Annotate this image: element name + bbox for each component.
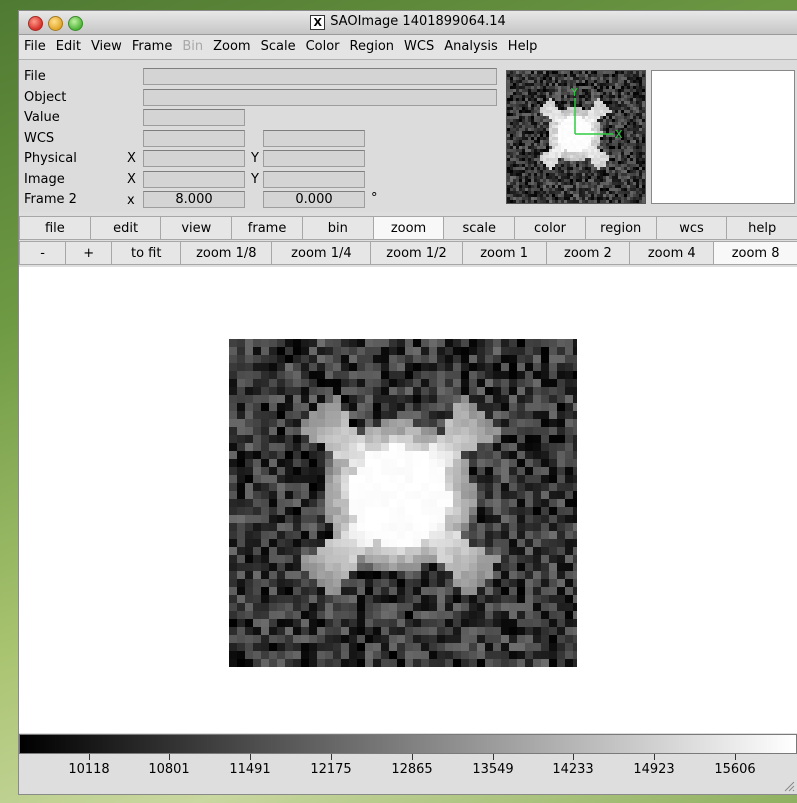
menu-color[interactable]: Color — [301, 35, 345, 59]
physical-x-field — [143, 150, 245, 167]
button-view[interactable]: view — [160, 216, 233, 240]
image-y-label: Y — [251, 172, 259, 187]
colorbar-tick-label: 15606 — [714, 762, 756, 777]
magnifier-view — [651, 70, 795, 204]
zoom-1-8-button[interactable]: zoom 1/8 — [180, 241, 273, 265]
panner-view[interactable]: XY — [506, 70, 646, 204]
wcs-field-2 — [263, 130, 365, 147]
image-y-field — [263, 171, 365, 188]
colorbar[interactable] — [19, 734, 797, 754]
panner-image: XY — [507, 71, 645, 203]
menu-frame[interactable]: Frame — [127, 35, 178, 59]
info-panel: File Object Value WCS Physical Image Fra… — [19, 60, 797, 212]
colorbar-axis: 10118 10801 11491 12175 12865 13549 14233 14923… — [19, 754, 797, 794]
physical-x-label: X — [127, 151, 136, 166]
ds9-window: X SAOImage 1401899064.14 File Edit View Fram… — [18, 10, 797, 795]
image-x-label: X — [127, 172, 136, 187]
physical-y-label: Y — [251, 151, 259, 166]
button-zoom[interactable]: zoom — [372, 216, 445, 240]
zoom-2-button[interactable]: zoom 2 — [545, 241, 631, 265]
object-label: Object — [24, 90, 67, 105]
menu-wcs[interactable]: WCS — [399, 35, 439, 59]
frame-label: Frame 2 — [24, 192, 77, 207]
colorbar-tick-label: 14923 — [633, 762, 675, 777]
button-bin[interactable]: bin — [301, 216, 374, 240]
value-label: Value — [24, 110, 60, 125]
file-field — [143, 68, 497, 85]
button-bar: file edit view frame bin zoom scale colo… — [19, 216, 797, 240]
menu-edit[interactable]: Edit — [51, 35, 86, 59]
colorbar-tick-label: 12865 — [391, 762, 433, 777]
menu-scale[interactable]: Scale — [256, 35, 301, 59]
angle-unit: ° — [371, 191, 378, 206]
menu-bin: Bin — [182, 39, 204, 54]
menu-zoom[interactable]: Zoom — [208, 35, 255, 59]
button-region[interactable]: region — [584, 216, 657, 240]
colorbar-tick-label: 13549 — [472, 762, 514, 777]
zoom-1-4-button[interactable]: zoom 1/4 — [271, 241, 372, 265]
zoom-4-button[interactable]: zoom 4 — [629, 241, 715, 265]
menu-analysis[interactable]: Analysis — [439, 35, 503, 59]
zoom-1-button[interactable]: zoom 1 — [461, 241, 547, 265]
colorbar-tick-label: 14233 — [552, 762, 594, 777]
colorbar-tick — [493, 754, 494, 760]
menu-bar: File Edit View Frame Bin Zoom Scale Color Region… — [19, 35, 797, 60]
resize-grip-icon[interactable] — [783, 780, 795, 792]
colorbar-tick — [89, 754, 90, 760]
menu-file[interactable]: File — [19, 35, 51, 59]
object-field — [143, 89, 497, 106]
image-label: Image — [24, 172, 65, 187]
button-file[interactable]: file — [19, 216, 91, 240]
colorbar-tick-label: 12175 — [310, 762, 352, 777]
zoom-1-2-button[interactable]: zoom 1/2 — [370, 241, 463, 265]
file-label: File — [24, 69, 46, 84]
button-color[interactable]: color — [514, 216, 586, 240]
colorbar-tick-label: 11491 — [229, 762, 271, 777]
zoom-value-field: 8.000 — [143, 191, 245, 208]
image-canvas[interactable] — [19, 267, 797, 733]
window-title: SAOImage 1401899064.14 — [330, 14, 506, 29]
button-help[interactable]: help — [726, 216, 797, 240]
fits-image-pixels — [229, 339, 577, 667]
colorbar-tick — [412, 754, 413, 760]
colorbar-tick — [573, 754, 574, 760]
zoom-8-button[interactable]: zoom 8 — [713, 241, 797, 265]
colorbar-tick-label: 10801 — [148, 762, 190, 777]
zoom-to-fit-button[interactable]: to fit — [111, 241, 182, 265]
compass-y-label: Y — [570, 86, 578, 99]
wcs-label: WCS — [24, 131, 55, 146]
colorbar-tick — [169, 754, 170, 760]
zoom-button-bar: - + to fit zoom 1/8 zoom 1/4 zoom 1/2 zo… — [19, 241, 797, 265]
menu-help[interactable]: Help — [503, 35, 543, 59]
menu-view[interactable]: View — [86, 35, 127, 59]
colorbar-tick — [331, 754, 332, 760]
button-frame[interactable]: frame — [231, 216, 303, 240]
button-edit[interactable]: edit — [89, 216, 162, 240]
button-wcs[interactable]: wcs — [655, 216, 728, 240]
x11-icon: X — [310, 15, 326, 30]
zoom-out-button[interactable]: - — [19, 241, 67, 265]
physical-y-field — [263, 150, 365, 167]
wcs-field-1 — [143, 130, 245, 147]
frame-x-label: x — [127, 193, 135, 208]
button-scale[interactable]: scale — [443, 216, 516, 240]
colorbar-tick — [735, 754, 736, 760]
fits-image[interactable] — [229, 339, 577, 667]
image-x-field — [143, 171, 245, 188]
physical-label: Physical — [24, 151, 77, 166]
angle-value-field: 0.000 — [263, 191, 365, 208]
colorbar-tick — [654, 754, 655, 760]
zoom-in-button[interactable]: + — [65, 241, 113, 265]
value-field — [143, 109, 245, 126]
menu-region[interactable]: Region — [345, 35, 400, 59]
colorbar-tick — [250, 754, 251, 760]
colorbar-tick-label: 10118 — [68, 762, 110, 777]
title-bar[interactable]: X SAOImage 1401899064.14 — [19, 11, 797, 35]
compass-x-label: X — [615, 128, 623, 141]
